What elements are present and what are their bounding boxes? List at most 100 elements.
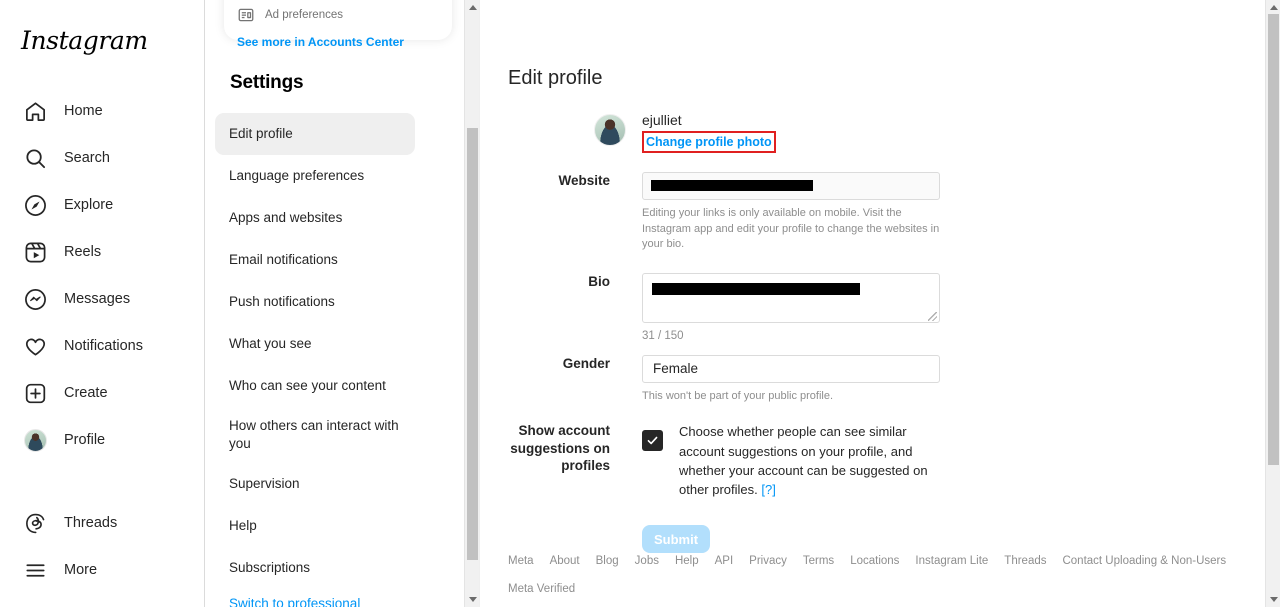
settings-item-push-notifications[interactable]: Push notifications [215,281,415,323]
sidebar-item-explore[interactable]: Explore [6,182,199,229]
sidebar-item-label: Create [64,386,108,401]
settings-item-language-preferences[interactable]: Language preferences [215,155,415,197]
submit-button[interactable]: Submit [642,525,710,553]
footer-link[interactable]: Instagram Lite [915,555,988,567]
footer-link[interactable]: Contact Uploading & Non-Users [1062,555,1226,567]
settings-item-label: Help [229,517,257,535]
settings-item-label: Supervision [229,475,300,493]
bio-row: Bio 31 / 150 [480,273,940,342]
reels-icon [22,240,48,266]
avatar-icon [22,428,48,454]
footer-link[interactable]: Jobs [635,555,659,567]
home-icon [22,99,48,125]
footer-link[interactable]: Blog [596,555,619,567]
settings-heading: Settings [230,72,303,94]
bio-textarea[interactable] [642,273,940,323]
sidebar-item-label: Profile [64,433,105,448]
sidebar-nav-bottom: Threads More [0,500,205,594]
compass-icon [22,193,48,219]
ad-preferences-label: Ad preferences [265,9,343,21]
gender-row: Gender This won't be part of your public… [480,355,940,405]
scroll-down-arrow-icon[interactable] [1266,592,1280,607]
bio-character-counter: 31 / 150 [642,330,940,342]
sidebar-item-profile[interactable]: Profile [6,417,199,464]
settings-item-what-you-see[interactable]: What you see [215,323,415,365]
see-more-accounts-center-link[interactable]: See more in Accounts Center [237,35,439,49]
sidebar-item-messages[interactable]: Messages [6,276,199,323]
search-icon [22,146,48,172]
sidebar-nav-list: Home Search Explore Reels [0,88,205,464]
settings-panel-scrollbar[interactable] [464,0,479,607]
sidebar-item-threads[interactable]: Threads [6,500,199,547]
settings-item-apps-and-websites[interactable]: Apps and websites [215,197,415,239]
scroll-up-arrow-icon[interactable] [465,0,480,15]
sidebar-item-create[interactable]: Create [6,370,199,417]
change-profile-photo-button[interactable]: Change profile photo [646,135,772,149]
settings-item-edit-profile[interactable]: Edit profile [215,113,415,155]
bio-field-group: 31 / 150 [642,273,940,342]
heart-icon [22,334,48,360]
settings-menu-panel: Ad preferences See more in Accounts Cent… [205,0,480,607]
footer-link[interactable]: Threads [1004,555,1046,567]
scrollbar-thumb[interactable] [1268,14,1279,465]
instagram-logo[interactable]: Instagram [21,26,148,55]
settings-item-subscriptions[interactable]: Subscriptions [215,547,415,589]
gender-input[interactable] [642,355,940,383]
profile-photo-row: ejulliet Change profile photo [480,110,940,158]
settings-item-who-can-see-your-content[interactable]: Who can see your content [215,365,415,407]
settings-item-list: Edit profile Language preferences Apps a… [215,113,415,607]
settings-item-label: Email notifications [229,251,338,269]
bio-redaction-bar [652,283,860,295]
sidebar-item-reels[interactable]: Reels [6,229,199,276]
change-photo-highlight-box: Change profile photo [642,131,776,153]
settings-item-email-notifications[interactable]: Email notifications [215,239,415,281]
gender-label: Gender [480,355,642,372]
edit-profile-main: Edit profile ejulliet Change profile pho… [480,0,1280,607]
account-suggestions-description-text: Choose whether people can see similar ac… [679,424,928,497]
scroll-up-arrow-icon[interactable] [1266,0,1280,15]
bio-label: Bio [480,273,642,290]
website-label: Website [480,172,642,189]
footer-link[interactable]: About [550,555,580,567]
settings-item-label: Push notifications [229,293,335,311]
footer-link[interactable]: Privacy [749,555,787,567]
avatar[interactable] [594,114,626,146]
username-label: ejulliet [642,112,776,130]
account-suggestions-description: Choose whether people can see similar ac… [679,422,955,499]
account-suggestions-help-link[interactable]: [?] [761,482,775,497]
footer-link[interactable]: Help [675,555,699,567]
settings-item-label: Who can see your content [229,377,386,395]
accounts-center-card: Ad preferences See more in Accounts Cent… [224,0,452,40]
footer-link[interactable]: Terms [803,555,834,567]
settings-item-switch-to-professional-account[interactable]: Switch to professional account [215,589,415,607]
sidebar-item-more[interactable]: More [6,547,199,594]
settings-item-help[interactable]: Help [215,505,415,547]
scroll-down-arrow-icon[interactable] [465,592,480,607]
primary-sidebar: Instagram Home Search Explore [0,0,205,607]
sidebar-item-search[interactable]: Search [6,135,199,182]
gender-field-group: This won't be part of your public profil… [642,355,940,405]
settings-item-how-others-can-interact-with-you[interactable]: How others can interact with you [215,407,415,463]
account-suggestions-checkbox[interactable] [642,430,663,451]
sidebar-item-notifications[interactable]: Notifications [6,323,199,370]
sidebar-item-label: Threads [64,516,117,531]
settings-item-supervision[interactable]: Supervision [215,463,415,505]
footer-link[interactable]: Meta Verified [508,583,575,595]
sidebar-item-label: Explore [64,198,113,213]
settings-item-label: What you see [229,335,312,353]
footer-links: Meta About Blog Jobs Help API Privacy Te… [508,555,1248,595]
browser-scrollbar[interactable] [1265,0,1280,607]
footer-link[interactable]: API [715,555,734,567]
footer-link[interactable]: Locations [850,555,899,567]
settings-item-label: How others can interact with you [229,417,401,453]
website-row: Website Editing your links is only avail… [480,172,940,253]
scrollbar-thumb[interactable] [467,128,478,560]
sidebar-item-label: Notifications [64,339,143,354]
instagram-settings-page: Instagram Home Search Explore [0,0,1280,607]
sidebar-item-home[interactable]: Home [6,88,199,135]
ad-preferences-row[interactable]: Ad preferences [237,4,439,26]
threads-icon [22,511,48,537]
resize-grip-icon[interactable] [928,312,937,321]
footer-link[interactable]: Meta [508,555,534,567]
sidebar-item-label: Search [64,151,110,166]
